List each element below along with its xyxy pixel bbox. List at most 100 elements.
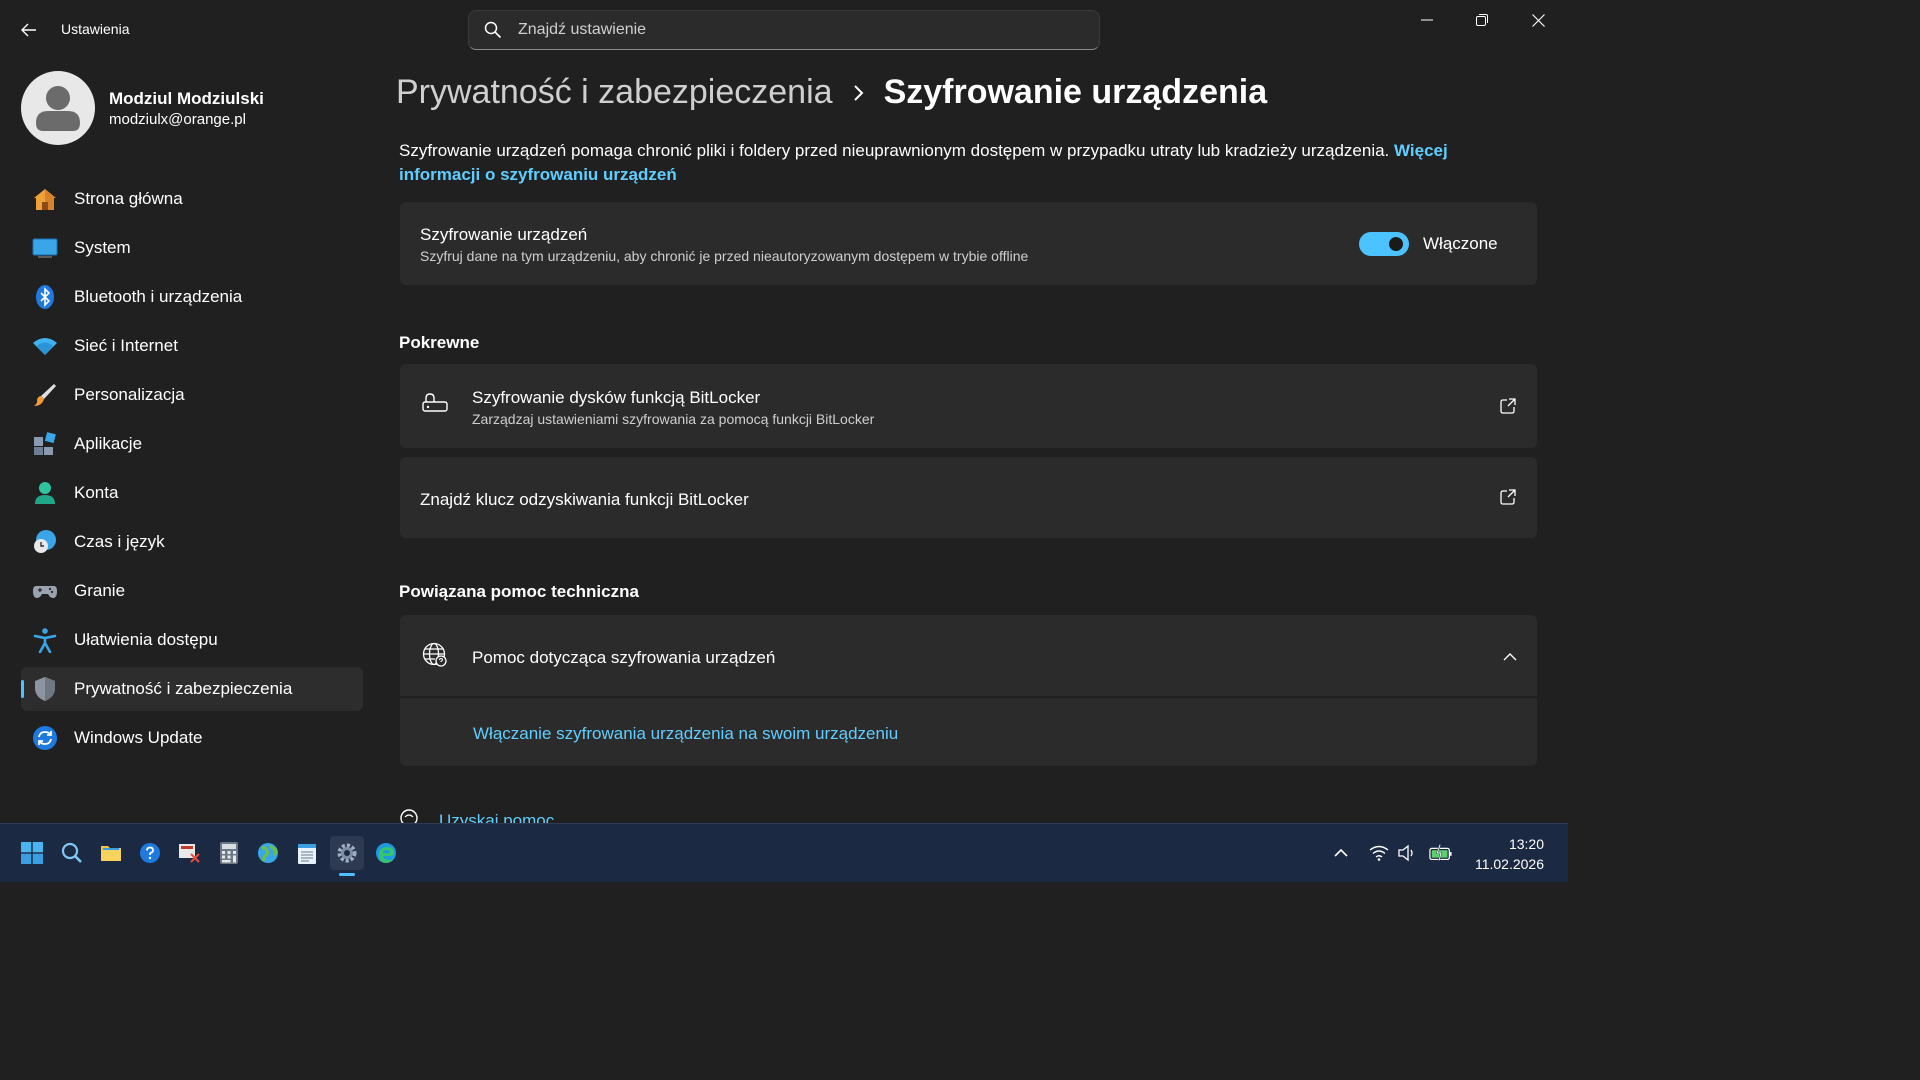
network-tray-button[interactable] bbox=[1367, 841, 1391, 865]
home-icon bbox=[32, 186, 58, 212]
app-title: Ustawienia bbox=[61, 21, 130, 37]
brush-icon bbox=[32, 382, 58, 408]
related-heading: Pokrewne bbox=[399, 333, 480, 352]
gear-icon bbox=[337, 843, 357, 863]
snip-icon bbox=[179, 844, 200, 863]
sidebar-item-label: Granie bbox=[74, 581, 126, 600]
snipping-tool-button[interactable] bbox=[172, 836, 206, 870]
help-title: Pomoc dotycząca szyfrowania urządzeń bbox=[472, 648, 776, 667]
recovery-key-card[interactable]: Znajdź klucz odzyskiwania funkcji BitLoc… bbox=[400, 457, 1537, 538]
sidebar-item-label: Konta bbox=[74, 483, 119, 502]
sidebar-item-time-language[interactable]: Czas i język bbox=[21, 520, 363, 564]
sidebar-item-label: Bluetooth i urządzenia bbox=[74, 287, 243, 306]
shield-icon bbox=[32, 676, 58, 702]
calculator-icon bbox=[220, 842, 238, 864]
restore-button[interactable] bbox=[1459, 6, 1505, 34]
sidebar-item-label: Prywatność i zabezpieczenia bbox=[74, 679, 293, 698]
sidebar-item-accessibility[interactable]: Ułatwienia dostępu bbox=[21, 618, 363, 662]
sidebar-item-windows-update[interactable]: Windows Update bbox=[21, 716, 363, 760]
update-icon bbox=[32, 725, 58, 751]
chevron-up-icon[interactable] bbox=[1503, 649, 1517, 667]
breadcrumb: Prywatność i zabezpieczenia Szyfrowanie … bbox=[396, 73, 1267, 112]
maps-app-button[interactable] bbox=[251, 836, 285, 870]
drive-lock-icon bbox=[422, 393, 448, 420]
show-hidden-icons-button[interactable] bbox=[1329, 841, 1353, 865]
notepad-icon bbox=[298, 844, 316, 864]
help-link[interactable]: Włączanie szyfrowania urządzenia na swoi… bbox=[473, 724, 898, 744]
bluetooth-icon bbox=[32, 284, 58, 310]
sidebar-item-network[interactable]: Sieć i Internet bbox=[21, 324, 363, 368]
external-link-icon bbox=[1498, 487, 1518, 507]
taskbar: 13:20 11.02.2026 bbox=[0, 823, 1568, 882]
external-link-icon bbox=[1498, 396, 1518, 416]
sidebar-item-accounts[interactable]: Konta bbox=[21, 471, 363, 515]
sidebar-item-label: Aplikacje bbox=[74, 434, 143, 453]
sidebar-item-gaming[interactable]: Granie bbox=[21, 569, 363, 613]
monitor-icon bbox=[32, 235, 58, 261]
encryption-title: Szyfrowanie urządzeń bbox=[420, 225, 588, 244]
windows-logo-icon bbox=[21, 842, 43, 864]
search-input[interactable] bbox=[518, 21, 1078, 39]
volume-tray-button[interactable] bbox=[1395, 841, 1419, 865]
person-icon bbox=[32, 480, 58, 506]
user-placeholder-icon bbox=[36, 86, 80, 131]
clock-globe-icon bbox=[32, 529, 58, 555]
wifi-icon bbox=[1369, 845, 1389, 861]
battery-charging-icon bbox=[1429, 844, 1452, 861]
sidebar-item-label: Sieć i Internet bbox=[74, 336, 178, 355]
file-explorer-button[interactable] bbox=[94, 836, 128, 870]
gamepad-icon bbox=[32, 578, 58, 604]
back-button[interactable] bbox=[14, 16, 44, 44]
encryption-card: Szyfrowanie urządzeń Szyfruj dane na tym… bbox=[400, 202, 1537, 285]
support-heading: Powiązana pomoc techniczna bbox=[399, 582, 639, 601]
toggle-state-label: Włączone bbox=[1423, 234, 1498, 253]
clock-time: 13:20 bbox=[1508, 836, 1544, 852]
recovery-key-title: Znajdź klucz odzyskiwania funkcji BitLoc… bbox=[420, 490, 749, 509]
sidebar-item-apps[interactable]: Aplikacje bbox=[21, 422, 363, 466]
start-button[interactable] bbox=[15, 836, 49, 870]
settings-app-button[interactable] bbox=[330, 836, 364, 870]
sidebar-item-bluetooth[interactable]: Bluetooth i urządzenia bbox=[21, 275, 363, 319]
breadcrumb-parent[interactable]: Prywatność i zabezpieczenia bbox=[396, 73, 833, 112]
toggle-knob bbox=[1389, 237, 1403, 251]
page-title: Szyfrowanie urządzenia bbox=[883, 73, 1268, 111]
clock-date: 11.02.2026 bbox=[1474, 856, 1544, 872]
apps-icon bbox=[32, 431, 58, 457]
notepad-button[interactable] bbox=[290, 836, 324, 870]
search-icon bbox=[483, 20, 503, 40]
back-arrow-icon bbox=[21, 23, 36, 37]
sidebar-item-label: Strona główna bbox=[74, 189, 183, 208]
help-expander[interactable]: Pomoc dotycząca szyfrowania urządzeń bbox=[400, 615, 1537, 696]
edge-browser-button[interactable] bbox=[369, 836, 403, 870]
sidebar-item-system[interactable]: System bbox=[21, 226, 363, 270]
user-name: Modziul Modziulski bbox=[109, 89, 264, 108]
search-icon bbox=[61, 842, 82, 863]
sidebar-item-label: Personalizacja bbox=[74, 385, 185, 404]
page-description: Szyfrowanie urządzeń pomaga chronić plik… bbox=[399, 139, 1499, 187]
close-icon bbox=[1531, 13, 1545, 27]
help-app-button[interactable] bbox=[133, 836, 167, 870]
sidebar-item-personalization[interactable]: Personalizacja bbox=[21, 373, 363, 417]
sidebar-item-privacy-security[interactable]: Prywatność i zabezpieczenia bbox=[21, 667, 363, 711]
avatar[interactable] bbox=[21, 71, 95, 145]
folder-icon bbox=[101, 846, 121, 861]
close-button[interactable] bbox=[1515, 6, 1561, 34]
bitlocker-title: Szyfrowanie dysków funkcją BitLocker bbox=[472, 388, 761, 407]
minimize-button[interactable] bbox=[1404, 6, 1450, 34]
accessibility-icon bbox=[32, 627, 58, 653]
taskbar-search-button[interactable] bbox=[55, 836, 89, 870]
sidebar-item-label: Ułatwienia dostępu bbox=[74, 630, 218, 649]
speaker-icon bbox=[1398, 844, 1413, 862]
bitlocker-card[interactable]: Szyfrowanie dysków funkcją BitLocker Zar… bbox=[400, 364, 1537, 448]
sidebar-nav: Strona główna System Bluetooth i urządze… bbox=[21, 177, 363, 765]
calculator-button[interactable] bbox=[212, 836, 246, 870]
encryption-toggle[interactable] bbox=[1359, 232, 1409, 256]
active-app-indicator bbox=[339, 873, 355, 876]
system-clock[interactable]: 13:20 11.02.2026 bbox=[1475, 834, 1544, 874]
search-box[interactable] bbox=[468, 10, 1100, 50]
sidebar-item-home[interactable]: Strona główna bbox=[21, 177, 363, 221]
description-text: Szyfrowanie urządzeń pomaga chronić plik… bbox=[399, 141, 1390, 160]
battery-tray-button[interactable] bbox=[1429, 841, 1453, 865]
minimize-icon bbox=[1421, 19, 1433, 21]
sidebar-item-label: System bbox=[74, 238, 131, 257]
